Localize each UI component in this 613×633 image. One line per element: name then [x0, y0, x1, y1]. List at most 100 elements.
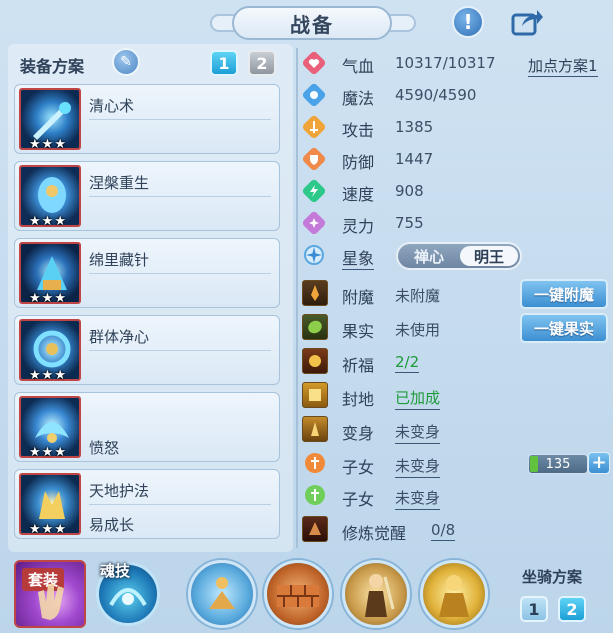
- cultivation-value[interactable]: 0/8: [431, 521, 456, 541]
- page-title: 战备: [232, 6, 392, 40]
- heart-icon: [302, 51, 326, 75]
- equip-plan-1-button[interactable]: 1: [210, 50, 238, 76]
- slot-3-button[interactable]: [342, 560, 410, 628]
- enchant-label: 附魔: [342, 288, 375, 307]
- stat-row-mp: 魔法 4590/4590: [298, 80, 608, 110]
- star-sign-icon: [304, 245, 324, 265]
- plus-button[interactable]: +: [588, 452, 610, 474]
- star-sign-label[interactable]: 星象: [342, 245, 375, 270]
- skill-2-name: 涅槃重生: [89, 174, 150, 192]
- equip-plan-2-button[interactable]: 2: [248, 50, 276, 76]
- spirit-value: 755: [395, 214, 424, 232]
- sword-icon: [302, 115, 326, 139]
- pencil-icon: ✎: [120, 54, 132, 70]
- skill-4-name: 群体净心: [89, 328, 150, 346]
- cultivation-icon: [302, 516, 328, 542]
- child-2-value[interactable]: 未变身: [395, 487, 441, 510]
- bless-value[interactable]: 2/2: [395, 353, 420, 373]
- defense-value: 1447: [395, 150, 434, 168]
- stat-row-hp: 气血 10317/10317 加点方案1: [298, 48, 608, 78]
- child-1-label: 子女: [342, 458, 375, 477]
- star-option-mingwang[interactable]: 明王: [460, 246, 518, 266]
- skill-card-6[interactable]: ★★★ 天地护法 易成长: [14, 469, 280, 539]
- mount-plan-title: 坐骑方案: [522, 568, 583, 586]
- attr-row-transform: 变身 未变身: [298, 414, 608, 446]
- skill-2-divider: [89, 196, 271, 197]
- stat-row-speed: 速度 908: [298, 176, 608, 206]
- spirit-label: 灵力: [342, 217, 375, 236]
- attr-row-child-1: 子女 未变身 135 +: [298, 448, 610, 480]
- attr-row-cultivation: 修炼觉醒 0/8: [298, 514, 608, 546]
- star-option-chanxin[interactable]: 禅心: [400, 246, 458, 266]
- attack-value: 1385: [395, 118, 434, 136]
- skill-4-stars: ★★★: [29, 368, 67, 383]
- skill-card-5[interactable]: ★★★ 愤怒: [14, 392, 280, 462]
- fruit-label: 果实: [342, 322, 375, 341]
- mount-plan-1-button[interactable]: 1: [520, 596, 548, 622]
- child-2-icon: [305, 485, 325, 505]
- exclamation-icon: !: [463, 10, 473, 34]
- hp-label: 气血: [342, 57, 375, 76]
- attr-row-enchant: 附魔 未附魔 一键附魔: [298, 278, 608, 310]
- enchant-value: 未附魔: [395, 287, 441, 305]
- one-click-enchant-button[interactable]: 一键附魔: [520, 279, 608, 309]
- child-number-bar: [530, 456, 538, 472]
- warrior-figure-icon: [365, 574, 395, 617]
- transform-icon: [302, 416, 328, 442]
- fief-label: 封地: [342, 390, 375, 409]
- speed-label: 速度: [342, 185, 375, 204]
- mp-value: 4590/4590: [395, 86, 477, 104]
- mount-plan-2-button[interactable]: 2: [558, 596, 586, 622]
- enchant-icon: [302, 280, 328, 306]
- cultivation-label: 修炼觉醒: [342, 524, 407, 543]
- skill-card-1[interactable]: ★★★ 清心术: [14, 84, 280, 154]
- attr-row-fief: 封地 已加成: [298, 380, 608, 412]
- meditation-figure-icon: [209, 577, 235, 609]
- equipment-panel: 装备方案 ✎ 1 2 ★★★ 清心术 ★★★ 涅槃重生 ★★★ 绵里藏针 ★★★: [8, 44, 293, 552]
- stat-row-defense: 防御 1447: [298, 144, 608, 174]
- add-point-plan-link[interactable]: 加点方案1: [528, 55, 598, 77]
- skill-6-sub: 易成长: [89, 516, 135, 534]
- glove-icon: [38, 584, 64, 620]
- attack-label: 攻击: [342, 121, 375, 140]
- stat-row-attack: 攻击 1385: [298, 112, 608, 142]
- hp-value: 10317/10317: [395, 54, 496, 72]
- wall-icon: [277, 585, 319, 607]
- slot-4-button[interactable]: [420, 560, 488, 628]
- fief-value[interactable]: 已加成: [395, 387, 441, 410]
- slot-2-button[interactable]: [264, 560, 332, 628]
- child-2-label: 子女: [342, 490, 375, 509]
- attr-row-bless: 祈福 2/2: [298, 346, 608, 378]
- suit-button[interactable]: 套装: [14, 560, 86, 628]
- skill-5-stars: ★★★: [29, 445, 67, 460]
- child-1-value[interactable]: 未变身: [395, 455, 441, 478]
- share-button[interactable]: [510, 6, 544, 38]
- skill-card-3[interactable]: ★★★ 绵里藏针: [14, 238, 280, 308]
- skill-6-divider: [89, 504, 271, 505]
- one-click-fruit-button[interactable]: 一键果实: [520, 313, 608, 343]
- skill-3-divider: [89, 273, 271, 274]
- fief-icon: [302, 382, 328, 408]
- help-button[interactable]: !: [452, 6, 484, 38]
- fruit-icon: [302, 314, 328, 340]
- attr-row-child-2: 子女 未变身: [298, 480, 608, 512]
- transform-label: 变身: [342, 424, 375, 443]
- skill-1-name: 清心术: [89, 97, 135, 115]
- edit-plan-button[interactable]: ✎: [112, 48, 140, 76]
- star-sign-toggle[interactable]: 禅心 明王: [396, 242, 522, 270]
- skill-card-4[interactable]: ★★★ 群体净心: [14, 315, 280, 385]
- speed-value: 908: [395, 182, 424, 200]
- child-1-icon: [305, 453, 325, 473]
- transform-value[interactable]: 未变身: [395, 421, 441, 444]
- skill-3-stars: ★★★: [29, 291, 67, 306]
- bless-icon: [302, 348, 328, 374]
- skill-3-name: 绵里藏针: [89, 251, 150, 269]
- skill-card-2[interactable]: ★★★ 涅槃重生: [14, 161, 280, 231]
- share-icon: [511, 10, 543, 36]
- skill-6-name: 天地护法: [89, 482, 150, 500]
- top-bar: 战备 !: [0, 0, 613, 44]
- mp-label: 魔法: [342, 89, 375, 108]
- slot-1-button[interactable]: [188, 560, 256, 628]
- golden-warrior-icon: [439, 575, 469, 617]
- skill-5-sub: 愤怒: [89, 439, 120, 457]
